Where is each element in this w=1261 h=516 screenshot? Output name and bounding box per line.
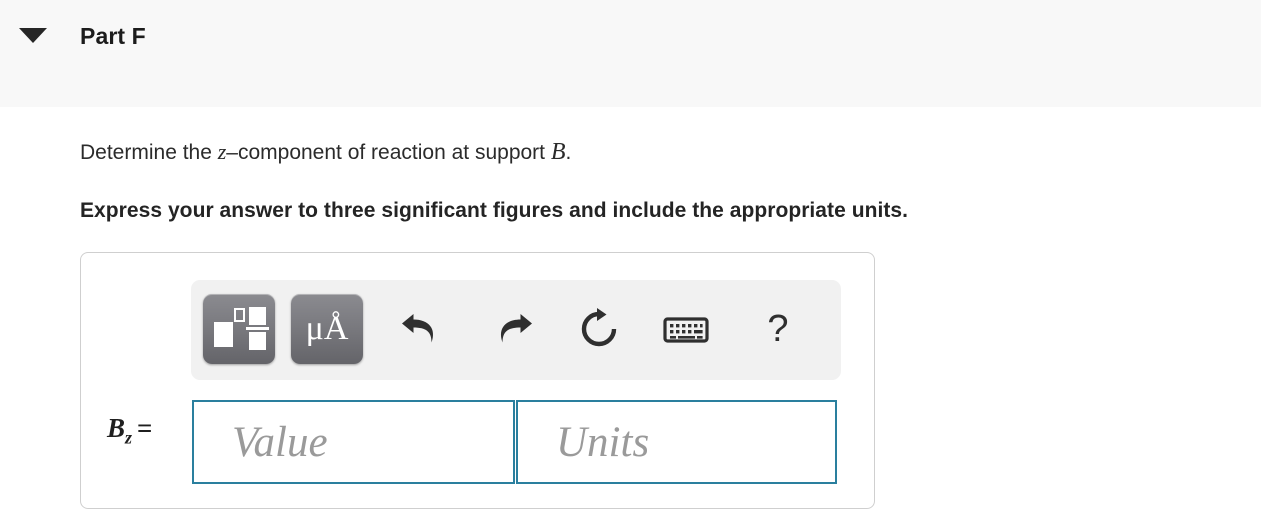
answer-box: μÅ ? Bz = Value Units bbox=[80, 252, 875, 509]
template-base-square bbox=[214, 322, 233, 347]
answer-instruction: Express your answer to three significant… bbox=[80, 199, 908, 222]
part-header-band: Part F bbox=[0, 0, 1261, 107]
answer-label-variable: B bbox=[107, 413, 126, 443]
units-input-placeholder: Units bbox=[556, 419, 650, 466]
answer-label-equals: = bbox=[137, 413, 153, 443]
value-input-placeholder: Value bbox=[232, 419, 328, 466]
question-statement: Determine the z–component of reaction at… bbox=[80, 137, 571, 168]
template-fraction-bar bbox=[246, 327, 269, 330]
caret-down-glyph bbox=[19, 28, 47, 43]
caret-down-icon[interactable] bbox=[19, 26, 47, 46]
answer-label-subscript: z bbox=[125, 427, 133, 448]
question-variable-z: z bbox=[217, 139, 227, 164]
redo-button[interactable] bbox=[484, 302, 538, 356]
micro-angstrom-icon: μÅ bbox=[305, 310, 349, 347]
undo-button[interactable] bbox=[396, 302, 450, 356]
question-suffix: . bbox=[565, 141, 572, 164]
units-input[interactable]: Units bbox=[516, 400, 837, 484]
help-button[interactable]: ? bbox=[751, 302, 805, 356]
answer-label: Bz = bbox=[107, 413, 152, 448]
template-fraction-denominator bbox=[249, 332, 266, 350]
value-input[interactable]: Value bbox=[192, 400, 515, 484]
question-variable-b: B bbox=[550, 139, 566, 165]
math-toolbar: μÅ ? bbox=[191, 280, 841, 380]
page-title: Part F bbox=[80, 23, 146, 49]
reset-button[interactable] bbox=[572, 302, 626, 356]
question-prefix: Determine the bbox=[80, 141, 218, 164]
math-template-button[interactable] bbox=[203, 294, 275, 364]
math-template-icon bbox=[203, 294, 275, 364]
template-fraction-numerator bbox=[249, 307, 266, 325]
question-mark-icon: ? bbox=[767, 308, 789, 350]
units-button[interactable]: μÅ bbox=[291, 294, 363, 364]
keyboard-shortcuts-button[interactable] bbox=[659, 302, 713, 356]
question-middle: –component of reaction at support bbox=[226, 141, 551, 164]
template-superscript-square bbox=[234, 308, 245, 322]
